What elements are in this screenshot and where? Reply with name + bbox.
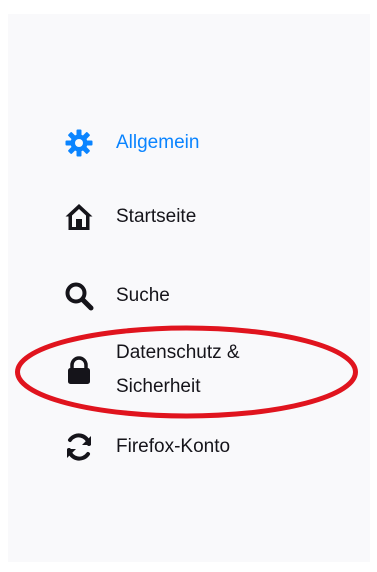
sidebar-item-label: Allgemein — [116, 132, 200, 153]
sidebar-item-label-line1: Datenschutz & — [116, 342, 240, 363]
sidebar-item-label: Startseite — [116, 206, 197, 227]
sidebar-item-label: Firefox-Konto — [116, 436, 231, 457]
search-icon — [64, 279, 98, 313]
gear-icon — [64, 126, 98, 160]
sidebar-item-startseite[interactable]: Startseite — [64, 200, 196, 234]
sidebar-item-suche[interactable]: Suche — [64, 279, 170, 313]
sidebar-item-datenschutz-sicherheit[interactable]: Datenschutz & Sicherheit — [64, 336, 240, 404]
home-icon — [64, 200, 98, 234]
sidebar-item-allgemein[interactable]: Allgemein — [64, 126, 199, 160]
lock-icon — [64, 353, 98, 387]
settings-sidebar — [8, 14, 370, 562]
sidebar-item-firefox-konto[interactable]: Firefox-Konto — [64, 430, 230, 464]
sidebar-item-label-line2: Sicherheit — [116, 376, 201, 397]
sync-icon — [64, 430, 98, 464]
sidebar-item-label: Suche — [116, 285, 170, 306]
